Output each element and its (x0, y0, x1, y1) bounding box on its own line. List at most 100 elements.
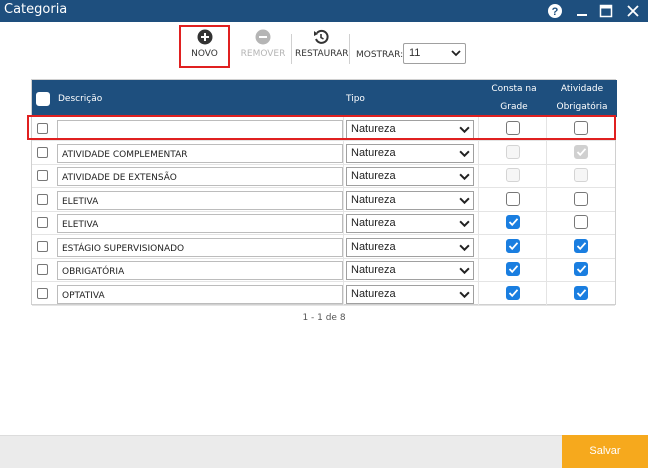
tipo-select[interactable]: Natureza (346, 167, 474, 186)
chevron-down-icon (459, 220, 470, 228)
atividade-obrigatoria-checkbox[interactable] (574, 168, 588, 182)
pagination: 1 - 1 de 8 (302, 313, 346, 323)
column-divider (478, 187, 479, 212)
row-select-checkbox[interactable] (37, 170, 48, 181)
table-row[interactable]: ATIVIDADE DE EXTENSÃO Natureza (32, 164, 615, 188)
maximize-icon[interactable] (597, 2, 615, 20)
consta-grade-checkbox[interactable] (506, 285, 520, 300)
tipo-select[interactable]: Natureza (346, 190, 474, 210)
descricao-input[interactable]: ESTÁGIO SUPERVISIONADO (57, 237, 343, 257)
tipo-select[interactable]: Natureza (346, 284, 474, 304)
tipo-value: Natureza (351, 264, 396, 276)
restaurar-label: RESTAURAR (295, 49, 349, 59)
column-divider (478, 281, 479, 306)
column-divider (343, 258, 344, 282)
tipo-select[interactable]: Natureza (346, 143, 474, 163)
table-row[interactable]: ESTÁGIO SUPERVISIONADO Natureza (32, 234, 615, 259)
row-select-checkbox[interactable] (37, 240, 48, 252)
row-select-checkbox[interactable] (37, 146, 48, 158)
consta-grade-checkbox[interactable] (506, 238, 520, 253)
table-header: Descrição Tipo Consta na Grade Atividade… (32, 80, 617, 117)
table-row[interactable]: OPTATIVA Natureza (32, 281, 615, 306)
mostrar-label: MOSTRAR: (356, 50, 404, 60)
column-divider (546, 211, 547, 235)
close-icon[interactable] (624, 2, 642, 20)
tipo-select[interactable]: Natureza (346, 261, 474, 280)
categoria-table: Descrição Tipo Consta na Grade Atividade… (31, 79, 617, 306)
consta-grade-checkbox[interactable] (506, 262, 520, 276)
remover-label: REMOVER (240, 49, 286, 59)
descricao-input[interactable]: ELETIVA (57, 190, 343, 210)
row-select-checkbox[interactable] (37, 193, 48, 205)
table-row[interactable]: ELETIVA Natureza (32, 187, 615, 212)
row-select-checkbox[interactable] (37, 287, 48, 299)
tipo-select[interactable]: Natureza (346, 237, 474, 257)
window-titlebar: Categoria ? (0, 0, 648, 22)
tipo-select[interactable]: Natureza (346, 214, 474, 233)
descricao-input[interactable]: ELETIVA (57, 214, 343, 233)
row-select-checkbox[interactable] (37, 264, 48, 275)
chevron-down-icon (459, 267, 470, 275)
column-divider (343, 281, 344, 306)
window-title: Categoria (4, 2, 68, 17)
column-divider (546, 234, 547, 259)
mostrar-value: 11 (409, 47, 421, 59)
column-divider (478, 140, 479, 165)
help-icon[interactable]: ? (546, 2, 564, 20)
chevron-down-icon (459, 291, 470, 298)
column-divider (546, 281, 547, 306)
atividade-obrigatoria-checkbox[interactable] (574, 238, 588, 253)
column-divider (343, 187, 344, 212)
column-divider (478, 164, 479, 188)
descricao-input[interactable]: ATIVIDADE COMPLEMENTAR (57, 143, 343, 163)
atividade-obrigatoria-checkbox[interactable] (574, 191, 588, 206)
header-tipo: Tipo (346, 94, 365, 104)
atividade-obrigatoria-checkbox[interactable] (574, 215, 588, 229)
column-divider (546, 258, 547, 282)
table-row[interactable]: ELETIVA Natureza (32, 211, 615, 235)
select-all-checkbox[interactable] (36, 92, 50, 106)
minimize-icon[interactable] (573, 2, 591, 20)
remover-button[interactable]: REMOVER (239, 29, 287, 59)
header-atividade-line2: Obrigatória (556, 102, 608, 112)
tipo-value: Natureza (351, 146, 396, 159)
consta-grade-checkbox[interactable] (506, 215, 520, 229)
column-divider (546, 187, 547, 212)
minus-circle-icon (255, 29, 271, 45)
header-consta-line1: Consta na (491, 84, 537, 94)
consta-grade-checkbox[interactable] (506, 191, 520, 206)
tipo-value: Natureza (351, 217, 396, 229)
svg-text:?: ? (552, 6, 559, 18)
consta-grade-checkbox[interactable] (506, 168, 520, 182)
table-row[interactable]: ATIVIDADE COMPLEMENTAR Natureza (32, 140, 615, 165)
chevron-down-icon (459, 244, 470, 251)
tipo-value: Natureza (351, 240, 396, 253)
consta-grade-checkbox[interactable] (506, 144, 520, 159)
chevron-down-icon (451, 50, 461, 57)
atividade-obrigatoria-checkbox[interactable] (574, 285, 588, 300)
novo-highlight (179, 25, 230, 68)
header-consta-line2: Grade (500, 102, 528, 112)
atividade-obrigatoria-checkbox[interactable] (574, 144, 588, 159)
header-atividade-line1: Atividade (560, 84, 604, 94)
column-divider (478, 234, 479, 259)
column-divider (546, 140, 547, 165)
chevron-down-icon (459, 173, 470, 181)
column-divider (478, 211, 479, 235)
salvar-button[interactable]: Salvar (562, 435, 648, 468)
atividade-obrigatoria-checkbox[interactable] (574, 262, 588, 276)
column-divider (343, 211, 344, 235)
tipo-value: Natureza (351, 170, 396, 182)
restaurar-button[interactable]: RESTAURAR (295, 29, 349, 59)
mostrar-select[interactable]: 11 (403, 43, 466, 64)
chevron-down-icon (459, 150, 470, 157)
row-select-checkbox[interactable] (37, 217, 48, 228)
tipo-value: Natureza (351, 287, 396, 300)
descricao-input[interactable]: ATIVIDADE DE EXTENSÃO (57, 167, 343, 186)
header-descricao: Descrição (58, 94, 103, 104)
column-divider (343, 164, 344, 188)
descricao-input[interactable]: OPTATIVA (57, 284, 343, 304)
table-row[interactable]: OBRIGATÓRIA Natureza (32, 258, 615, 282)
descricao-input[interactable]: OBRIGATÓRIA (57, 261, 343, 280)
column-divider (343, 140, 344, 165)
